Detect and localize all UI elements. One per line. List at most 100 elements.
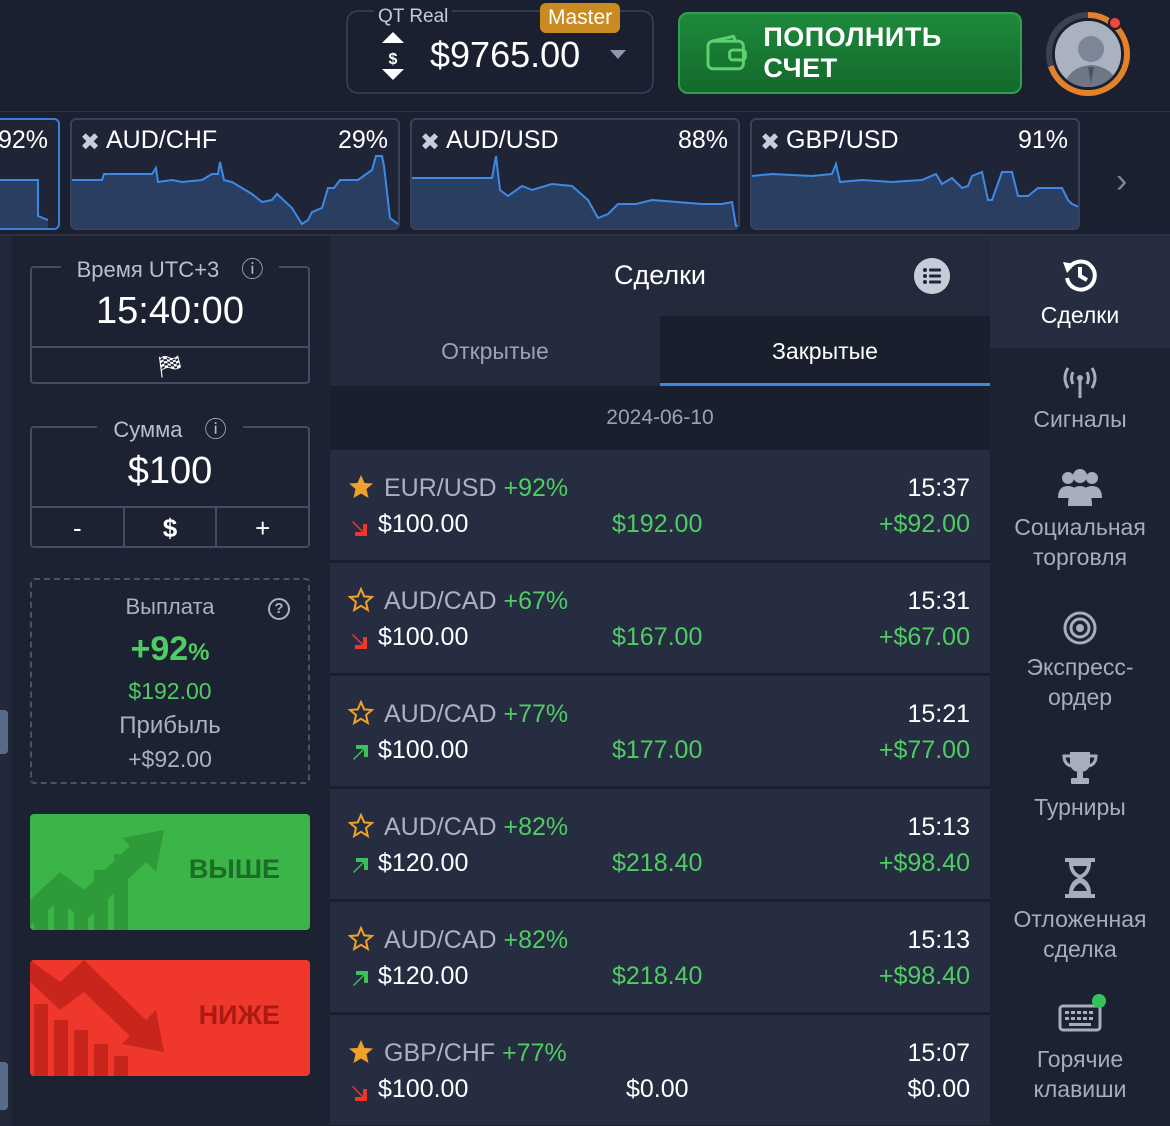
svg-text:$: $ xyxy=(389,51,398,68)
deposit-button[interactable]: ПОПОЛНИТЬ СЧЕТ xyxy=(678,12,1022,94)
sidebar-label: Отложенная xyxy=(1013,906,1147,932)
payout-amount: $192.00 xyxy=(128,678,212,704)
help-icon[interactable]: ? xyxy=(268,598,290,620)
time-value: 15:40:00 xyxy=(96,290,244,332)
sidebar-label: торговля xyxy=(1032,544,1128,570)
user-avatar[interactable] xyxy=(1046,12,1130,96)
trades-header: Сделки xyxy=(330,236,990,316)
sidebar-item-tournaments[interactable]: Турниры xyxy=(990,750,1170,822)
amount-label: Сумма xyxy=(105,417,191,442)
chart-side-tab[interactable] xyxy=(0,710,8,754)
trade-time: 15:31 xyxy=(907,587,970,615)
sidebar-label: сделка xyxy=(1043,936,1117,962)
asset-sparkline xyxy=(0,179,49,228)
sell-down-label: НИЖЕ xyxy=(198,1000,280,1030)
star-outline-icon[interactable] xyxy=(347,925,375,952)
trade-pair: AUD/CAD +77% xyxy=(384,700,569,728)
trade-row[interactable]: AUD/CAD +77% 15:21 $100.00 $177.00 +$77.00 xyxy=(330,676,990,786)
profit-label: Прибыль xyxy=(119,712,221,739)
buy-up-button[interactable]: ВЫШЕ xyxy=(30,814,310,930)
hourglass-icon xyxy=(1065,858,1095,898)
star-filled-icon[interactable] xyxy=(348,474,374,500)
chart-edge xyxy=(0,236,12,1126)
increase-amount-button[interactable]: + xyxy=(217,508,308,548)
list-menu-icon[interactable] xyxy=(914,258,950,294)
trading-app: QT Real Master $ $9765.00 ПОПОЛНИТЬ СЧЕТ xyxy=(0,0,1170,1126)
sidebar-label: клавиши xyxy=(1033,1076,1127,1102)
help-icon[interactable]: ⓘ xyxy=(233,257,272,282)
sidebar-item-pending-trade[interactable]: Отложенная сделка xyxy=(990,858,1170,964)
trend-down-icon xyxy=(30,960,164,1076)
trade-row[interactable]: AUD/CAD +67% 15:31 $100.00 $167.00 +$67.00 xyxy=(330,563,990,673)
trade-pair: AUD/CAD +82% xyxy=(384,926,569,954)
sidebar-item-social-trading[interactable]: Социальная торговля xyxy=(990,468,1170,572)
account-badge: Master xyxy=(540,3,621,33)
asset-tab-gbp-usd[interactable]: ✖ GBP/USD 91% xyxy=(750,118,1080,230)
balance-amount: $9765.00 xyxy=(430,34,581,75)
payout-label: Выплата xyxy=(125,594,215,619)
trade-time: 15:07 xyxy=(907,1039,970,1067)
trade-row[interactable]: EUR/USD +92% 15:37 $100.00 $192.00 +$92.00 xyxy=(330,450,990,560)
help-icon[interactable]: ⓘ xyxy=(196,417,235,442)
currency-toggle-button[interactable]: $ xyxy=(125,508,218,548)
asset-tab-aud-usd[interactable]: ✖ AUD/USD 88% xyxy=(410,118,740,230)
arrow-up-icon xyxy=(350,968,372,990)
trade-time: 15:13 xyxy=(907,926,970,954)
sidebar-item-hotkeys[interactable]: Горячие клавиши xyxy=(990,994,1170,1104)
trade-pair: AUD/CAD +67% xyxy=(384,587,569,615)
chevron-down-icon[interactable] xyxy=(610,50,626,59)
asset-tab-0[interactable]: 92% xyxy=(0,118,60,230)
trade-time: 15:37 xyxy=(907,474,970,502)
trophy-icon xyxy=(1062,752,1098,784)
sidebar-item-signals[interactable]: Сигналы xyxy=(990,364,1170,434)
trend-up-icon xyxy=(30,830,164,930)
tab-closed-trades[interactable]: Закрытые xyxy=(660,316,990,386)
history-icon xyxy=(1063,259,1097,292)
trade-time: 15:13 xyxy=(907,813,970,841)
trade-pair: AUD/CAD +82% xyxy=(384,813,569,841)
decrease-amount-button[interactable]: - xyxy=(32,508,125,548)
trade-profit: +$98.40 xyxy=(878,962,970,990)
wallet-icon xyxy=(706,35,747,71)
trades-tabs: Открытые Закрытые xyxy=(330,316,990,386)
asset-sparkline xyxy=(752,160,1078,228)
trade-amount: $100.00 xyxy=(378,510,469,538)
trade-amount: $120.00 xyxy=(378,962,469,990)
trade-return: $0.00 xyxy=(626,1075,689,1103)
trade-payout: +77% xyxy=(503,700,569,728)
payout-box: Выплата ? +92% $192.00 Прибыль +$92.00 xyxy=(30,578,310,784)
trade-row[interactable]: GBP/CHF +77% 15:07 $100.00 $0.00 $0.00 xyxy=(330,1015,990,1125)
star-outline-icon[interactable] xyxy=(347,812,375,839)
user-silhouette-icon xyxy=(1055,21,1121,87)
sidebar-item-trades[interactable]: Сделки xyxy=(990,236,1170,348)
sell-down-button[interactable]: НИЖЕ xyxy=(30,960,310,1076)
trade-row[interactable]: AUD/CAD +82% 15:13 $120.00 $218.40 +$98.40 xyxy=(330,789,990,899)
star-outline-icon[interactable] xyxy=(347,699,375,726)
trade-return: $192.00 xyxy=(612,510,703,538)
trade-return: $218.40 xyxy=(612,962,703,990)
trade-pair: GBP/CHF +77% xyxy=(384,1039,567,1067)
trade-payout: +67% xyxy=(503,587,569,615)
asset-sparkline xyxy=(72,155,398,228)
tab-open-trades[interactable]: Открытые xyxy=(330,316,660,386)
asset-sparkline xyxy=(412,155,738,228)
trade-payout: +82% xyxy=(503,813,569,841)
expiry-time-field[interactable]: Время UTC+3 ⓘ 15:40:00 🏁︎ xyxy=(30,257,310,384)
trade-row[interactable]: AUD/CAD +82% 15:13 $120.00 $218.40 +$98.40 xyxy=(330,902,990,1012)
chart-side-tab-2[interactable] xyxy=(0,1062,8,1110)
amount-field[interactable]: Сумма ⓘ $100 - $ + xyxy=(30,417,310,548)
trade-amount: $120.00 xyxy=(378,849,469,877)
star-filled-icon[interactable] xyxy=(348,1039,374,1065)
star-outline-icon[interactable] xyxy=(347,586,375,613)
chevron-right-icon[interactable]: › xyxy=(1116,162,1127,201)
sidebar-label: Горячие xyxy=(1036,1046,1124,1072)
notification-dot xyxy=(1108,16,1122,30)
trade-time: 15:21 xyxy=(907,700,970,728)
trades-date: 2024-06-10 xyxy=(606,406,714,429)
asset-tab-aud-chf[interactable]: ✖ AUD/CHF 29% xyxy=(70,118,400,230)
account-balance-selector[interactable]: QT Real Master $ $9765.00 xyxy=(346,3,654,94)
sidebar-item-express-order[interactable]: Экспресс- ордер xyxy=(990,610,1170,712)
checkered-flag-icon[interactable]: 🏁︎ xyxy=(32,354,308,380)
trades-panel: Сделки Открытые Закрытые 2024-06-10 EUR/… xyxy=(330,236,990,1126)
payout-percent: +92% xyxy=(130,630,210,668)
